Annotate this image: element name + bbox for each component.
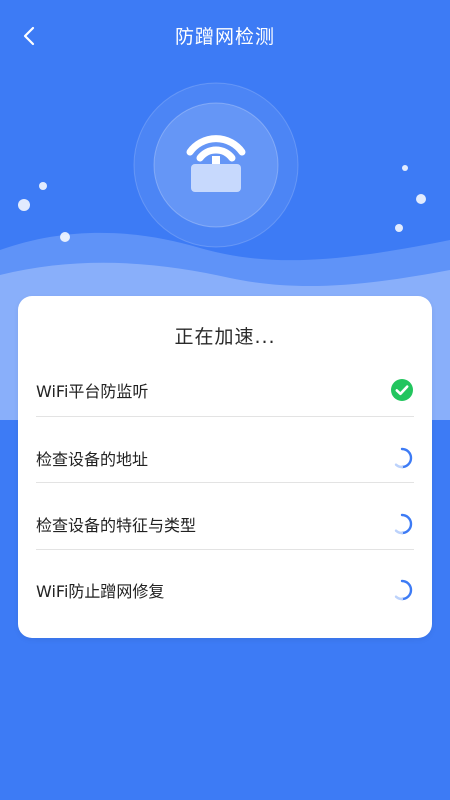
spinner-icon bbox=[390, 578, 414, 602]
top-bar: 防蹭网检测 bbox=[0, 0, 450, 72]
spinner-icon bbox=[390, 512, 414, 536]
page-title: 防蹭网检测 bbox=[174, 26, 275, 48]
item-label: 检查设备的地址 bbox=[36, 450, 149, 469]
item-label: 检查设备的特征与类型 bbox=[36, 516, 197, 535]
card-title: 正在加速... bbox=[174, 326, 276, 348]
divider bbox=[36, 416, 414, 417]
wifi-router-icon bbox=[186, 135, 246, 192]
list-item: 检查设备的特征与类型 bbox=[36, 491, 414, 557]
divider bbox=[36, 549, 414, 550]
list-item: WiFi防止蹭网修复 bbox=[36, 557, 414, 623]
decor-dot bbox=[18, 199, 30, 211]
decor-dot bbox=[395, 224, 403, 232]
check-circle-icon bbox=[390, 378, 414, 402]
spinner-icon bbox=[390, 446, 414, 470]
progress-card: 正在加速... WiFi平台防监听 检查设备的地址 检查设备的特征与类型 WiF… bbox=[18, 296, 432, 638]
decor-dot bbox=[402, 165, 408, 171]
item-label: WiFi防止蹭网修复 bbox=[36, 582, 165, 601]
divider bbox=[36, 482, 414, 483]
item-label: WiFi平台防监听 bbox=[36, 382, 149, 401]
list-item: WiFi平台防监听 bbox=[36, 357, 414, 423]
decor-dot bbox=[39, 182, 47, 190]
decor-dot bbox=[60, 232, 70, 242]
decor-dot bbox=[416, 194, 426, 204]
